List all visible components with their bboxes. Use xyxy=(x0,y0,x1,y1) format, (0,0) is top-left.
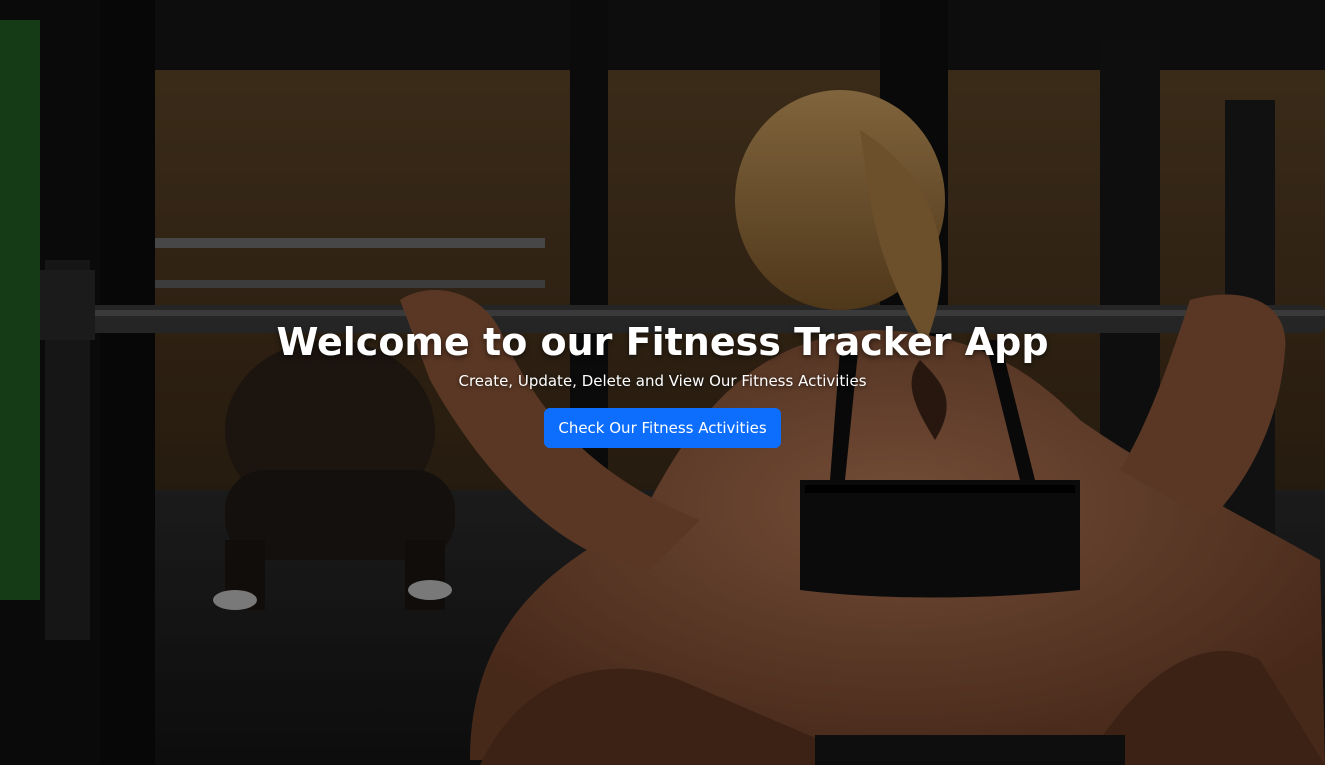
hero-section: Welcome to our Fitness Tracker App Creat… xyxy=(0,0,1325,765)
hero-title: Welcome to our Fitness Tracker App xyxy=(276,320,1049,364)
hero-content: Welcome to our Fitness Tracker App Creat… xyxy=(0,318,1325,448)
check-activities-button[interactable]: Check Our Fitness Activities xyxy=(544,408,781,448)
hero-subtitle: Create, Update, Delete and View Our Fitn… xyxy=(458,372,867,390)
